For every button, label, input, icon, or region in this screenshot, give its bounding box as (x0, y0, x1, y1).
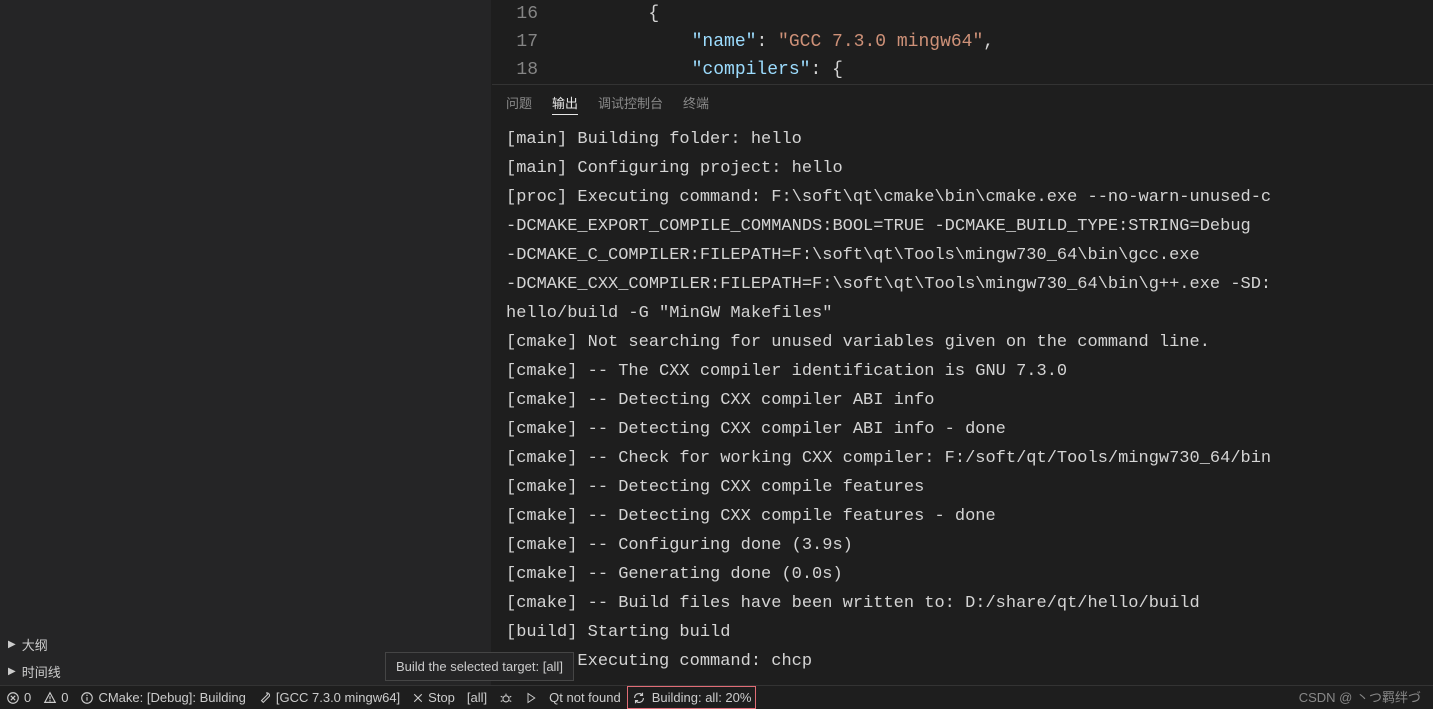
debug-button[interactable] (493, 686, 519, 709)
sync-icon (632, 691, 646, 705)
output-content[interactable]: [main] Building folder: hello [main] Con… (492, 121, 1433, 685)
line-number: 16 (492, 0, 562, 28)
bug-icon (499, 691, 513, 705)
error-value: 0 (24, 690, 31, 705)
bottom-panel: 问题 输出 调试控制台 终端 [main] Building folder: h… (492, 84, 1433, 685)
outline-label: 大纲 (22, 635, 48, 654)
stop-button[interactable]: Stop (406, 686, 461, 709)
code-content: { (562, 0, 1433, 28)
warning-value: 0 (61, 690, 68, 705)
content-area: 16 {17 "name": "GCC 7.3.0 mingw64",18 "c… (492, 0, 1433, 685)
code-line[interactable]: 16 { (492, 0, 1433, 28)
cmake-status[interactable]: CMake: [Debug]: Building (74, 686, 251, 709)
kit-selector[interactable]: [GCC 7.3.0 mingw64] (252, 686, 406, 709)
building-label: Building: all: 20% (652, 690, 752, 705)
play-icon (525, 692, 537, 704)
warning-count[interactable]: 0 (37, 686, 74, 709)
build-target[interactable]: [all] (461, 686, 493, 709)
target-label: [all] (467, 690, 487, 705)
line-number: 17 (492, 28, 562, 56)
sidebar: ▶ 大纲 ▶ 时间线 (0, 0, 492, 685)
building-progress[interactable]: Building: all: 20% (627, 686, 757, 709)
cmake-label: CMake: [Debug]: Building (98, 690, 245, 705)
error-count[interactable]: 0 (0, 686, 37, 709)
run-button[interactable] (519, 686, 543, 709)
code-content: "compilers": { (562, 56, 1433, 84)
warning-icon (43, 691, 57, 705)
qt-label: Qt not found (549, 690, 621, 705)
status-bar: 0 0 CMake: [Debug]: Building [GCC 7.3.0 … (0, 685, 1433, 709)
kit-label: [GCC 7.3.0 mingw64] (276, 690, 400, 705)
code-content: "name": "GCC 7.3.0 mingw64", (562, 28, 1433, 56)
watermark: CSDN @ 丶つ羁绊づ (1299, 687, 1421, 706)
tab-problems[interactable]: 问题 (506, 91, 532, 115)
chevron-right-icon: ▶ (8, 639, 16, 650)
error-icon (6, 691, 20, 705)
tab-terminal[interactable]: 终端 (683, 91, 709, 115)
tab-debug-console[interactable]: 调试控制台 (598, 91, 663, 115)
panel-tabs: 问题 输出 调试控制台 终端 (492, 85, 1433, 121)
code-editor[interactable]: 16 {17 "name": "GCC 7.3.0 mingw64",18 "c… (492, 0, 1433, 84)
qt-status[interactable]: Qt not found (543, 686, 627, 709)
timeline-label: 时间线 (22, 662, 61, 681)
tab-output[interactable]: 输出 (552, 91, 578, 115)
stop-label: Stop (428, 690, 455, 705)
chevron-right-icon: ▶ (8, 666, 16, 677)
code-line[interactable]: 17 "name": "GCC 7.3.0 mingw64", (492, 28, 1433, 56)
wrench-icon (258, 691, 272, 705)
tooltip: Build the selected target: [all] (385, 652, 574, 681)
code-line[interactable]: 18 "compilers": { (492, 56, 1433, 84)
line-number: 18 (492, 56, 562, 84)
close-icon (412, 692, 424, 704)
info-icon (80, 691, 94, 705)
